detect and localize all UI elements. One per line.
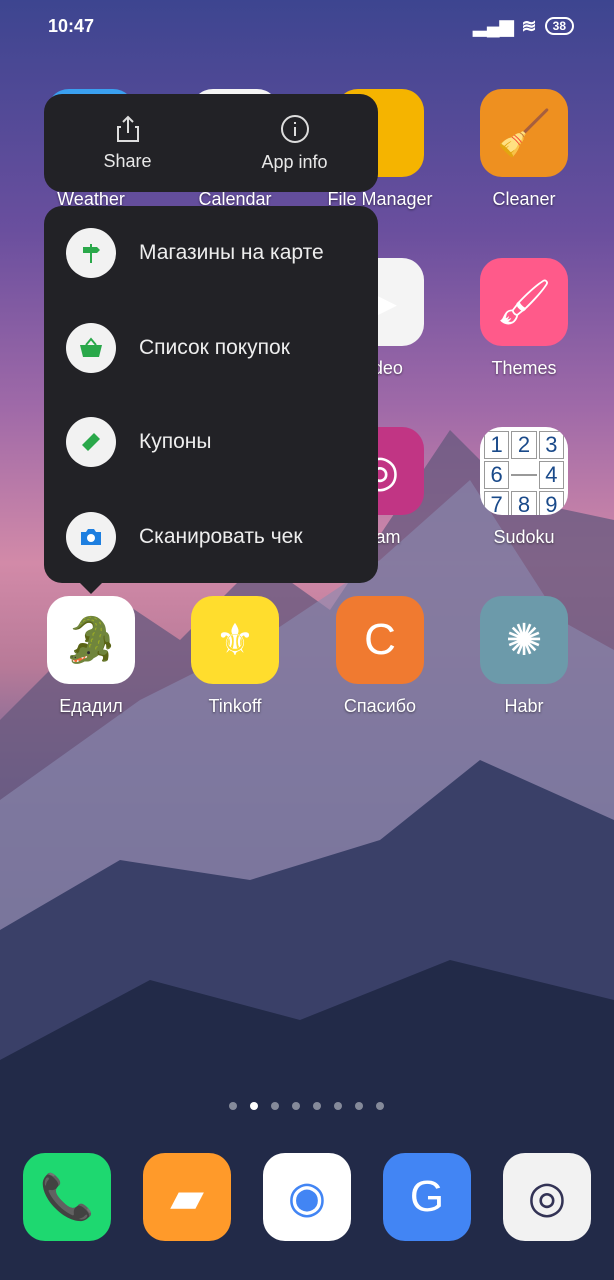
app-glyph-icon: 🐊 [47, 596, 135, 684]
app-shortcut-popup: Share App info [44, 94, 378, 192]
app-label: Спасибо [343, 696, 417, 716]
app-label: Едадил [59, 696, 123, 716]
page-dot[interactable] [271, 1102, 279, 1110]
app-glyph-icon: 🖌 [480, 258, 568, 346]
page-dot[interactable] [229, 1102, 237, 1110]
signal-icon: ▂▄▆ [473, 15, 514, 36]
app-glyph-icon: ✺ [480, 596, 568, 684]
app-glyph-icon: ⚜ [191, 596, 279, 684]
menu-label: Список покупок [139, 335, 290, 359]
page-dot[interactable] [250, 1102, 258, 1110]
app-info-label: App info [261, 151, 328, 172]
dock-translate-icon[interactable]: G [383, 1153, 471, 1241]
ticket-icon [66, 417, 116, 468]
app-label: Sudoku [493, 527, 555, 547]
page-dot[interactable] [292, 1102, 300, 1110]
share-button[interactable]: Share [44, 94, 211, 192]
dock-chrome-icon[interactable]: ◉ [263, 1153, 351, 1241]
menu-label: Купоны [139, 430, 212, 454]
sudoku-icon: 12364789 [480, 427, 568, 515]
share-icon [116, 115, 139, 142]
app-label: Themes [491, 358, 557, 378]
shortcut-stores-map[interactable]: Магазины на карте [44, 206, 378, 301]
page-dot[interactable] [334, 1102, 342, 1110]
app-icon-спасибо[interactable]: C Спасибо [320, 596, 440, 717]
page-dot[interactable] [355, 1102, 363, 1110]
signpost-icon [66, 228, 116, 279]
app-icon-habr[interactable]: ✺ Habr [464, 596, 584, 717]
share-label: Share [103, 150, 152, 171]
clock: 10:47 [48, 15, 95, 36]
page-indicator[interactable] [229, 1102, 384, 1110]
dock-phone-icon[interactable]: 📞 [23, 1153, 111, 1241]
status-bar: 10:47 ▂▄▆ ≋ 38 [48, 14, 574, 38]
app-icon-sudoku[interactable]: 1 2 3 6 4 7 8 9 Sudoku [464, 427, 584, 548]
basket-icon [66, 322, 116, 373]
menu-label: Сканировать чек [139, 524, 303, 548]
app-icon-tinkoff[interactable]: ⚜ Tinkoff [175, 596, 295, 717]
dock-messages-icon[interactable]: ▰ [143, 1153, 231, 1241]
shortcut-coupons[interactable]: Купоны [44, 395, 378, 490]
app-info-button[interactable]: App info [211, 94, 378, 192]
wifi-icon: ≋ [521, 15, 537, 36]
app-icon-cleaner[interactable]: 🧹 Cleaner [464, 89, 584, 210]
shortcut-menu: Магазины на карте Список покупок Купоны … [44, 206, 378, 583]
app-glyph-icon: 🧹 [480, 89, 568, 177]
menu-pointer [79, 582, 103, 594]
app-label: Habr [504, 696, 544, 716]
app-icon-themes[interactable]: 🖌 Themes [464, 258, 584, 379]
menu-label: Магазины на карте [139, 241, 324, 265]
dock-camera-icon[interactable]: ◎ [503, 1153, 591, 1241]
app-label: Cleaner [492, 189, 556, 209]
camera-icon [66, 511, 116, 562]
page-dot[interactable] [376, 1102, 384, 1110]
app-glyph-icon: C [336, 596, 424, 684]
shortcut-shopping-list[interactable]: Список покупок [44, 301, 378, 396]
battery-icon: 38 [544, 17, 574, 35]
info-icon [280, 114, 309, 143]
shortcut-scan-receipt[interactable]: Сканировать чек [44, 490, 378, 585]
app-icon-едадил[interactable]: 🐊 Едадил [31, 596, 151, 717]
app-label: Tinkoff [208, 696, 262, 716]
page-dot[interactable] [313, 1102, 321, 1110]
